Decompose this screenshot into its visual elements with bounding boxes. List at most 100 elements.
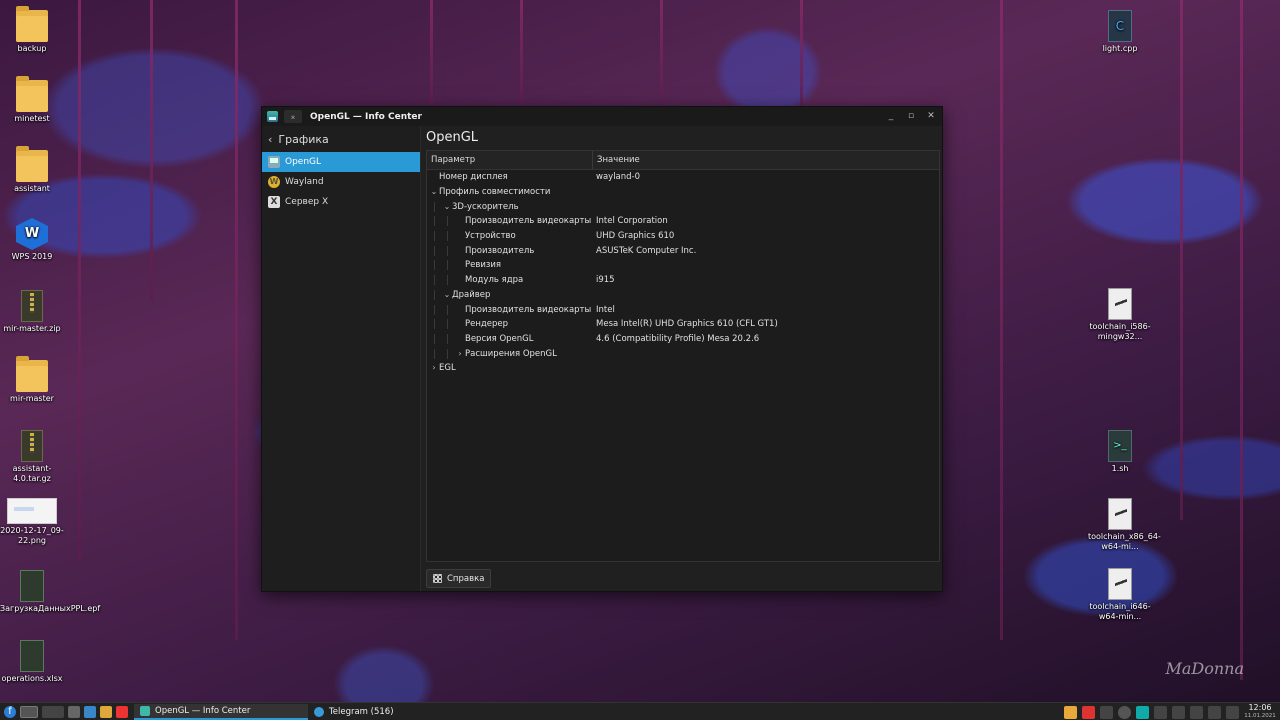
desktop-icon-label: WPS 2019 [11, 252, 53, 261]
tree-row[interactable]: Производитель видеокарты Intel [427, 302, 939, 317]
desktop-icon[interactable]: toolchain_i586-mingw32... [1088, 288, 1152, 342]
desktop-icon[interactable]: >_ 1.sh [1088, 430, 1152, 474]
desktop-icon[interactable]: toolchain_i646-w64-min... [1088, 568, 1152, 622]
help-button[interactable]: Справка [426, 569, 492, 588]
app-menu-icon[interactable]: f [4, 705, 16, 718]
volume-icon[interactable] [1190, 705, 1203, 719]
tree-row-value: wayland-0 [596, 172, 641, 183]
telegram-icon [314, 706, 324, 717]
tray-app-icon[interactable] [1100, 705, 1113, 719]
battery-icon[interactable] [1172, 705, 1185, 719]
sidebar-item-label: Wayland [285, 177, 324, 187]
chevron-right-icon[interactable]: › [429, 363, 439, 372]
info-center-app-icon[interactable] [267, 111, 278, 122]
file-manager-icon[interactable] [100, 705, 112, 718]
file-icon [1108, 498, 1132, 530]
cpp-file-icon: C [1108, 10, 1132, 42]
clock-date: 11.01.2021 [1244, 713, 1276, 719]
tree-row[interactable]: Устройство UHD Graphics 610 [427, 229, 939, 244]
column-header-param[interactable]: Параметр [427, 151, 593, 169]
chevron-down-icon[interactable]: ⌄ [442, 202, 452, 211]
tree-row-label: Драйвер [452, 289, 491, 300]
column-header-value[interactable]: Значение [593, 151, 640, 169]
desktop-icon[interactable]: assistant-4.0.tar.gz [0, 430, 64, 484]
tree-guide-line [447, 216, 448, 227]
desktop-icon[interactable]: ЗагрузкаДанныхPPL.epf [0, 570, 100, 614]
tree-row[interactable]: Версия OpenGL 4.6 (Compatibility Profile)… [427, 332, 939, 347]
tree-row[interactable]: ⌄ 3D-ускоритель [427, 199, 939, 214]
clock[interactable]: 12:06 11.01.2021 [1244, 704, 1276, 720]
tree-row[interactable]: › EGL [427, 361, 939, 376]
chevron-down-icon[interactable]: ⌄ [429, 187, 439, 196]
task-info-center[interactable]: OpenGL — Info Center [134, 703, 308, 720]
tree-row[interactable]: Ревизия [427, 258, 939, 273]
desktop-icon[interactable]: assistant [0, 146, 64, 194]
clipboard-icon[interactable] [1154, 705, 1167, 719]
tree-row[interactable]: › Расширения OpenGL [427, 346, 939, 361]
sidebar-item-x-server[interactable]: X Сервер X [262, 192, 420, 212]
window-titlebar[interactable]: ⌅ OpenGL — Info Center _ ▫ ✕ [262, 107, 942, 126]
tree-row-param: Рендерер [427, 319, 593, 330]
tree-guide-line [434, 201, 435, 212]
folder-icon [16, 6, 48, 42]
task-label: OpenGL — Info Center [155, 705, 251, 716]
tree-row-param: Ревизия [427, 260, 593, 271]
opengl-icon [268, 156, 280, 168]
tree-row[interactable]: ⌄ Драйвер [427, 288, 939, 303]
desktop-icon[interactable]: mir-master.zip [0, 290, 64, 334]
desktop-icon[interactable]: mir-master [0, 356, 64, 404]
x-server-icon: X [268, 196, 280, 208]
weather-icon[interactable] [1064, 705, 1077, 719]
info-tree[interactable]: Параметр Значение Номер дисплея wayland-0… [426, 150, 940, 562]
desktop-icon[interactable]: backup [0, 6, 64, 54]
sidebar: ‹ Графика OpenGL W Wayland X Сервер X [262, 126, 421, 591]
desktop-icon[interactable]: operations.xlsx [0, 640, 64, 684]
vivaldi-browser-icon[interactable] [116, 705, 128, 718]
no-sync-icon[interactable] [1118, 705, 1131, 719]
keep-above-button[interactable]: ⌅ [284, 110, 302, 123]
wallpaper-stem [430, 0, 433, 110]
tree-row-param: Номер дисплея [427, 172, 593, 182]
close-button[interactable]: ✕ [924, 110, 938, 122]
wallpaper-stem [520, 0, 523, 110]
desktop-icon[interactable]: 2020-12-17_09-22.png [0, 498, 64, 546]
tree-guide-line [434, 348, 435, 359]
desktop-icon[interactable]: W WPS 2019 [0, 218, 64, 262]
wallpaper-stem [1000, 0, 1003, 640]
mail-icon[interactable] [84, 705, 96, 718]
tree-row[interactable]: ⌄ Профиль совместимости [427, 185, 939, 200]
info-center-icon [140, 705, 150, 716]
tree-row[interactable]: Производитель видеокарты Intel Corporatio… [427, 214, 939, 229]
desktop-icon[interactable]: toolchain_x86_64-w64-mi... [1088, 498, 1161, 552]
tree-row[interactable]: Рендерер Mesa Intel(R) UHD Graphics 610 (… [427, 317, 939, 332]
tray-expand-icon[interactable] [1226, 705, 1239, 719]
desktop-pager-2[interactable] [42, 705, 64, 718]
clock-time: 12:06 [1248, 703, 1272, 712]
info-center-window: ⌅ OpenGL — Info Center _ ▫ ✕ ‹ Графика O… [261, 106, 943, 592]
chevron-right-icon[interactable]: › [455, 349, 465, 358]
desktop-pager[interactable] [20, 705, 38, 718]
desktop-icon-label: minetest [14, 114, 50, 123]
minimize-button[interactable]: _ [884, 110, 898, 122]
tree-row[interactable]: Модуль ядра i915 [427, 273, 939, 288]
desktop-icon-label: assistant [14, 184, 50, 193]
anydesk-icon[interactable] [1082, 705, 1095, 719]
tree-guide-line [434, 231, 435, 242]
back-button[interactable]: ‹ Графика [262, 126, 420, 152]
network-icon[interactable] [1208, 705, 1221, 719]
sidebar-item-wayland[interactable]: W Wayland [262, 172, 420, 192]
desktop-icon[interactable]: Clight.cpp [1088, 10, 1152, 54]
show-desktop-icon[interactable] [68, 705, 80, 718]
main-panel: OpenGL Параметр Значение Номер дисплея wa… [422, 126, 942, 591]
tree-row-label: Производитель видеокарты [465, 216, 592, 227]
tree-row-label: Производитель [465, 245, 535, 256]
tree-row[interactable]: Номер дисплея wayland-0 [427, 170, 939, 185]
tree-row-param: › EGL [427, 363, 593, 373]
tree-row[interactable]: Производитель ASUSTeK Computer Inc. [427, 243, 939, 258]
task-telegram[interactable]: Telegram (516) [308, 704, 478, 720]
maximize-button[interactable]: ▫ [904, 110, 918, 122]
sidebar-item-opengl[interactable]: OpenGL [262, 152, 420, 172]
chevron-down-icon[interactable]: ⌄ [442, 290, 452, 299]
desktop-icon[interactable]: minetest [0, 76, 64, 124]
telegram-tray-icon[interactable] [1136, 705, 1149, 719]
